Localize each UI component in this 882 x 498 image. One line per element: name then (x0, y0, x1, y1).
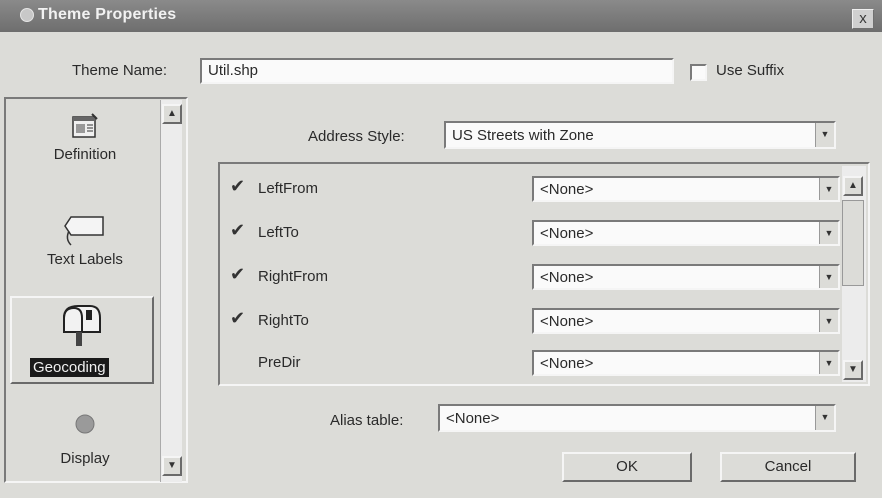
globe-icon (20, 8, 34, 22)
cancel-button[interactable]: Cancel (720, 452, 856, 482)
close-button[interactable]: x (852, 9, 874, 29)
nav-scroll-down-button[interactable]: ▼ (162, 456, 182, 476)
field-label-rightto: RightTo (258, 312, 309, 329)
nav-scrollbar[interactable]: ▲ ▼ (160, 100, 182, 482)
fields-scroll-down-button[interactable]: ▼ (843, 360, 863, 380)
ok-button[interactable]: OK (562, 452, 692, 482)
chevron-down-icon[interactable]: ▼ (819, 178, 838, 200)
field-select-rightto[interactable]: <None> ▼ (532, 308, 840, 334)
display-icon (75, 414, 95, 434)
use-suffix-label: Use Suffix (716, 62, 785, 79)
nav-item-display[interactable]: Display (10, 412, 160, 467)
nav-label-definition: Definition (53, 146, 117, 163)
nav-label-geocoding: Geocoding (30, 358, 109, 377)
field-label-rightfrom: RightFrom (258, 268, 329, 285)
alias-table-select[interactable]: <None> ▼ (438, 404, 836, 432)
field-select-leftfrom[interactable]: <None> ▼ (532, 176, 840, 202)
chevron-down-icon[interactable]: ▼ (819, 266, 838, 288)
window-title: Theme Properties (38, 6, 177, 23)
fields-list: ✔ LeftFrom <None> ▼ ✔ LeftTo <None> ▼ ✔ … (218, 162, 870, 386)
address-style-select[interactable]: US Streets with Zone ▼ (444, 121, 836, 149)
chevron-down-icon[interactable]: ▼ (819, 352, 838, 374)
fields-scrollbar[interactable]: ▲ ▼ (842, 166, 866, 382)
checkmark-icon[interactable]: ✔ (230, 220, 245, 241)
field-label-predir: PreDir (258, 354, 301, 371)
field-value: <None> (540, 313, 594, 330)
field-value: <None> (540, 181, 594, 198)
chevron-down-icon[interactable]: ▼ (815, 406, 834, 430)
address-style-value: US Streets with Zone (452, 127, 594, 144)
nav-item-text-labels[interactable]: Text Labels (10, 215, 160, 268)
nav-item-definition[interactable]: Definition (10, 112, 160, 163)
alias-table-label: Alias table: (330, 412, 404, 429)
nav-label-display: Display (60, 450, 110, 467)
fields-scroll-up-button[interactable]: ▲ (843, 176, 863, 196)
chevron-down-icon[interactable]: ▼ (819, 222, 838, 244)
mailbox-icon (56, 300, 104, 352)
checkmark-icon[interactable]: ✔ (230, 308, 245, 329)
theme-name-label: Theme Name: (72, 62, 168, 79)
chevron-down-icon[interactable]: ▼ (819, 310, 838, 332)
checkmark-icon[interactable]: ✔ (230, 176, 245, 197)
definition-icon (72, 113, 98, 138)
field-value: <None> (540, 269, 594, 286)
field-select-leftto[interactable]: <None> ▼ (532, 220, 840, 246)
fields-scroll-thumb[interactable] (842, 200, 864, 286)
field-value: <None> (540, 225, 594, 242)
nav-item-geocoding[interactable]: Geocoding (10, 296, 154, 384)
chevron-down-icon[interactable]: ▼ (815, 123, 834, 147)
address-style-label: Address Style: (308, 128, 405, 145)
checkmark-icon[interactable]: ✔ (230, 264, 245, 285)
text-labels-icon (64, 216, 104, 246)
nav-scroll-up-button[interactable]: ▲ (162, 104, 182, 124)
field-value: <None> (540, 355, 594, 372)
theme-name-input[interactable]: Util.shp (200, 58, 674, 84)
field-select-predir[interactable]: <None> ▼ (532, 350, 840, 376)
field-label-leftto: LeftTo (258, 224, 299, 241)
alias-table-value: <None> (446, 410, 500, 427)
field-select-rightfrom[interactable]: <None> ▼ (532, 264, 840, 290)
use-suffix-checkbox[interactable] (690, 64, 707, 81)
nav-label-text-labels: Text Labels (47, 251, 123, 268)
field-label-leftfrom: LeftFrom (258, 180, 319, 197)
